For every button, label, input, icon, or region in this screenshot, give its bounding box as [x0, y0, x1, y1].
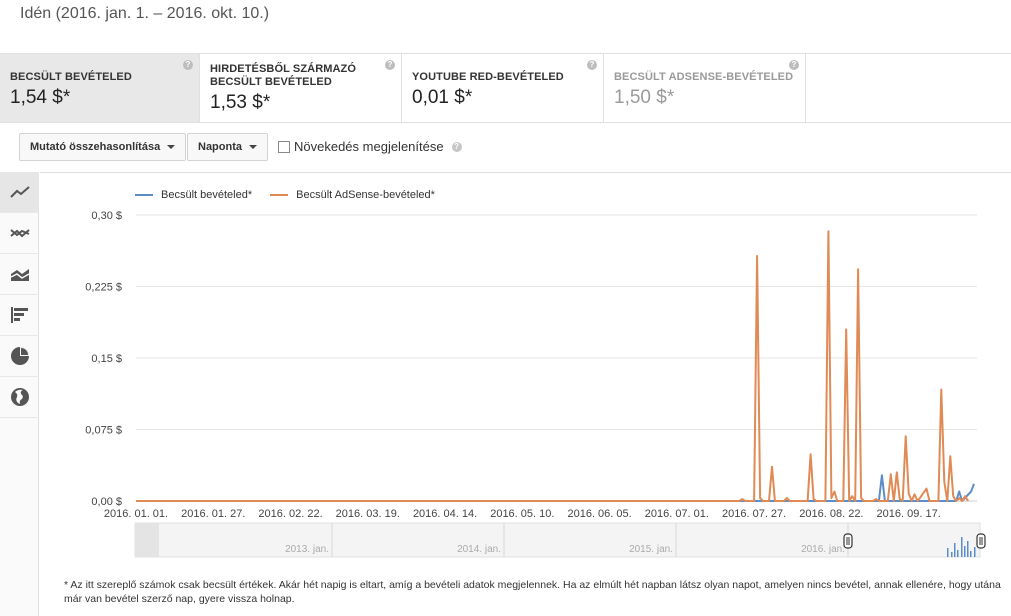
- metric-value: 0,01 $*: [412, 87, 473, 108]
- date-range-title: Idén (2016. jan. 1. – 2016. okt. 10.): [20, 5, 270, 22]
- timeline-activity-bar: [954, 543, 956, 557]
- chart-area: Becsült bevételed* Becsült AdSense-bevét…: [40, 172, 1011, 616]
- timeline-activity-bar: [964, 546, 966, 557]
- timeline-activity-bar: [947, 548, 949, 557]
- line-chart: 0,00 $ 0,075 $ 0,15 $ 0,225 $ 0,30 $ 2016. 01…: [85, 210, 986, 558]
- help-icon[interactable]: ?: [587, 60, 597, 70]
- chart-type-sidebar: [0, 172, 39, 616]
- growth-label: Növekedés megjelenítése: [294, 139, 444, 154]
- stacked-area-button[interactable]: [0, 254, 39, 295]
- granularity-label: Naponta: [198, 141, 242, 153]
- x-tick-label: 2016. 02. 22.: [258, 508, 322, 520]
- series-line-adsense-revenue: [136, 230, 969, 502]
- y-tick-label: 0,225 $: [85, 282, 122, 294]
- metric-ad-revenue[interactable]: HIRDETÉSBŐL SZÁRMAZÓ BECSÜLT BEVÉTELED 1…: [200, 54, 402, 122]
- granularity-dropdown[interactable]: Naponta: [187, 133, 268, 161]
- timeline-activity-bar: [961, 537, 963, 557]
- y-tick-label: 0,075 $: [85, 425, 122, 437]
- metric-value: 1,53 $*: [210, 92, 271, 113]
- multi-line-chart-button[interactable]: [0, 213, 39, 254]
- timeline-end-handle[interactable]: [976, 533, 986, 549]
- timeline-activity-bar: [967, 541, 969, 557]
- timeline-start-handle[interactable]: [843, 533, 853, 549]
- x-tick-label: 2016. 07. 01.: [645, 508, 709, 520]
- metric-youtube-red-revenue[interactable]: YOUTUBE RED-BEVÉTELED 0,01 $* ?: [402, 54, 604, 122]
- metric-value: 1,54 $*: [10, 87, 71, 108]
- x-tick-label: 2016. 01. 01.: [104, 508, 168, 520]
- line-chart-button[interactable]: [0, 172, 39, 213]
- growth-checkbox[interactable]: [278, 140, 290, 153]
- x-tick-label: 2016. 05. 10.: [490, 508, 554, 520]
- metric-label: HIRDETÉSBŐL SZÁRMAZÓ BECSÜLT BEVÉTELED: [210, 63, 357, 88]
- metric-adsense-revenue[interactable]: BECSÜLT ADSENSE-BEVÉTELED 1,50 $* ?: [604, 54, 806, 122]
- timeline-left-shade: [135, 523, 159, 557]
- help-icon[interactable]: ?: [183, 60, 193, 70]
- metrics-bar: BECSÜLT BEVÉTELED 1,54 $* ? HIRDETÉSBŐL …: [0, 53, 1011, 123]
- x-tick-label: 2016. 03. 19.: [336, 508, 400, 520]
- line-chart-icon: [9, 186, 30, 198]
- x-tick-label: 2016. 09. 17.: [877, 508, 941, 520]
- growth-toggle[interactable]: Növekedés megjelenítése ?: [278, 139, 462, 154]
- x-tick-label: 2016. 08. 22.: [799, 508, 863, 520]
- y-tick-label: 0,15 $: [91, 353, 122, 365]
- chevron-down-icon: [167, 145, 176, 150]
- footnote: * Az itt szereplő számok csak becsült ér…: [64, 579, 1001, 605]
- multi-line-chart-icon: [9, 229, 30, 238]
- timeline-year-label: 2013. jan.: [285, 544, 329, 555]
- y-tick-label: 0,30 $: [91, 210, 122, 222]
- timeline-activity-bar: [951, 552, 953, 557]
- pie-chart-button[interactable]: [0, 336, 39, 377]
- x-tick-label: 2016. 07. 27.: [722, 508, 786, 520]
- metric-label: YOUTUBE RED-BEVÉTELED: [412, 71, 564, 83]
- bar-chart-button[interactable]: [0, 295, 39, 336]
- help-icon[interactable]: ?: [789, 60, 799, 70]
- help-icon[interactable]: ?: [385, 60, 395, 70]
- timeline-year-label: 2016. jan.: [801, 544, 845, 555]
- timeline-year-label: 2014. jan.: [457, 544, 501, 555]
- compare-metric-dropdown[interactable]: Mutató összehasonlítása: [19, 133, 187, 161]
- y-tick-label: 0,00 $: [91, 496, 122, 508]
- x-tick-label: 2016. 04. 14.: [413, 508, 477, 520]
- globe-icon: [10, 388, 29, 406]
- compare-metric-label: Mutató összehasonlítása: [30, 141, 161, 153]
- map-button[interactable]: [0, 377, 39, 418]
- metric-estimated-revenue[interactable]: BECSÜLT BEVÉTELED 1,54 $* ?: [0, 54, 200, 122]
- bar-chart-icon: [10, 307, 28, 323]
- x-tick-label: 2016. 01. 27.: [181, 508, 245, 520]
- metric-label: BECSÜLT ADSENSE-BEVÉTELED: [614, 71, 794, 83]
- timeline-navigator: [134, 522, 981, 558]
- pie-chart-icon: [10, 347, 29, 365]
- help-icon[interactable]: ?: [451, 141, 462, 152]
- timeline-year-label: 2015. jan.: [629, 544, 673, 555]
- metric-label: BECSÜLT BEVÉTELED: [10, 71, 132, 83]
- chart-controls: Mutató összehasonlítása Naponta Növekedé…: [0, 123, 1011, 171]
- metric-value: 1,50 $*: [614, 87, 675, 108]
- x-tick-label: 2016. 06. 05.: [567, 508, 631, 520]
- timeline-activity-bar: [970, 551, 972, 557]
- stacked-area-icon: [10, 269, 29, 281]
- timeline-activity-bar: [957, 550, 959, 557]
- chevron-down-icon: [249, 145, 257, 150]
- timeline-activity-bar: [974, 547, 976, 557]
